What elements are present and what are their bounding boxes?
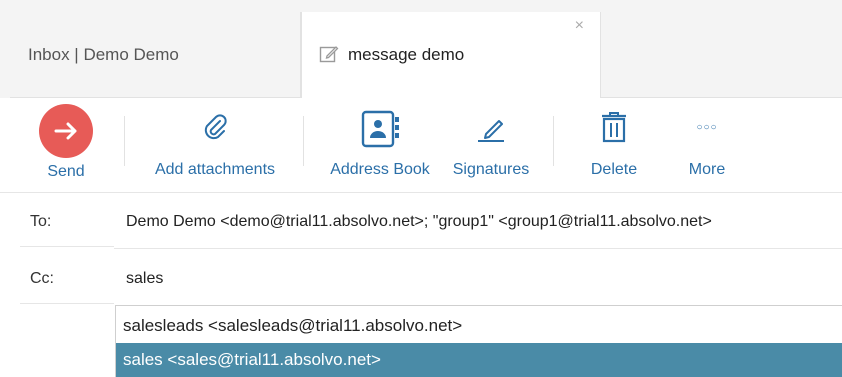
cc-label: Cc:	[30, 270, 54, 287]
close-icon[interactable]: ×	[575, 17, 584, 35]
arrow-right-icon	[54, 122, 77, 140]
signatures-label: Signatures	[452, 161, 530, 178]
address-book-icon	[361, 110, 399, 148]
more-dots-icon: ○○○	[696, 122, 718, 133]
autocomplete-option-text: salesleads <salesleads@trial11.absolvo.n…	[123, 316, 463, 335]
add-attachments-label: Add attachments	[154, 161, 276, 178]
autocomplete-dropdown: salesleads <salesleads@trial11.absolvo.n…	[115, 305, 842, 377]
cc-row: Cc: sales	[20, 253, 842, 305]
autocomplete-option[interactable]: salesleads <salesleads@trial11.absolvo.n…	[116, 309, 842, 343]
send-button[interactable]: Send	[30, 98, 102, 192]
send-circle	[39, 104, 93, 158]
autocomplete-option-text: sales <sales@trial11.absolvo.net>	[123, 350, 381, 369]
more-label: More	[688, 161, 726, 178]
tab-message[interactable]: message demo ×	[301, 12, 601, 99]
autocomplete-option-selected[interactable]: sales <sales@trial11.absolvo.net>	[116, 343, 842, 377]
delete-label: Delete	[590, 161, 638, 178]
cc-input[interactable]: sales	[126, 270, 163, 288]
address-book-button[interactable]: Address Book	[318, 98, 442, 192]
more-button[interactable]: ○○○ More	[672, 98, 742, 192]
add-attachments-button[interactable]: Add attachments	[140, 98, 290, 192]
to-row: To: Demo Demo <demo@trial11.absolvo.net>…	[20, 196, 842, 248]
send-label: Send	[47, 163, 85, 180]
toolbar-separator	[303, 116, 304, 166]
edit-icon	[319, 46, 339, 63]
tab-message-label: message demo	[348, 45, 465, 64]
divider	[20, 303, 114, 304]
compose-toolbar: Send Add attachments Address Book Signat…	[0, 98, 842, 193]
signature-pen-icon	[478, 120, 504, 142]
toolbar-separator	[124, 116, 125, 166]
divider	[114, 248, 842, 249]
tab-inbox-label: Inbox | Demo Demo	[28, 45, 179, 64]
delete-button[interactable]: Delete	[578, 98, 650, 192]
trash-icon	[602, 112, 626, 143]
tab-inbox[interactable]: Inbox | Demo Demo	[10, 12, 301, 98]
to-field[interactable]: Demo Demo <demo@trial11.absolvo.net>; "g…	[126, 213, 712, 231]
toolbar-separator	[553, 116, 554, 166]
address-book-label: Address Book	[330, 161, 430, 178]
paperclip-icon	[204, 114, 227, 140]
divider	[20, 246, 114, 247]
tab-bar: Inbox | Demo Demo message demo ×	[0, 0, 842, 99]
to-label: To:	[30, 213, 52, 230]
signatures-button[interactable]: Signatures	[444, 98, 538, 192]
